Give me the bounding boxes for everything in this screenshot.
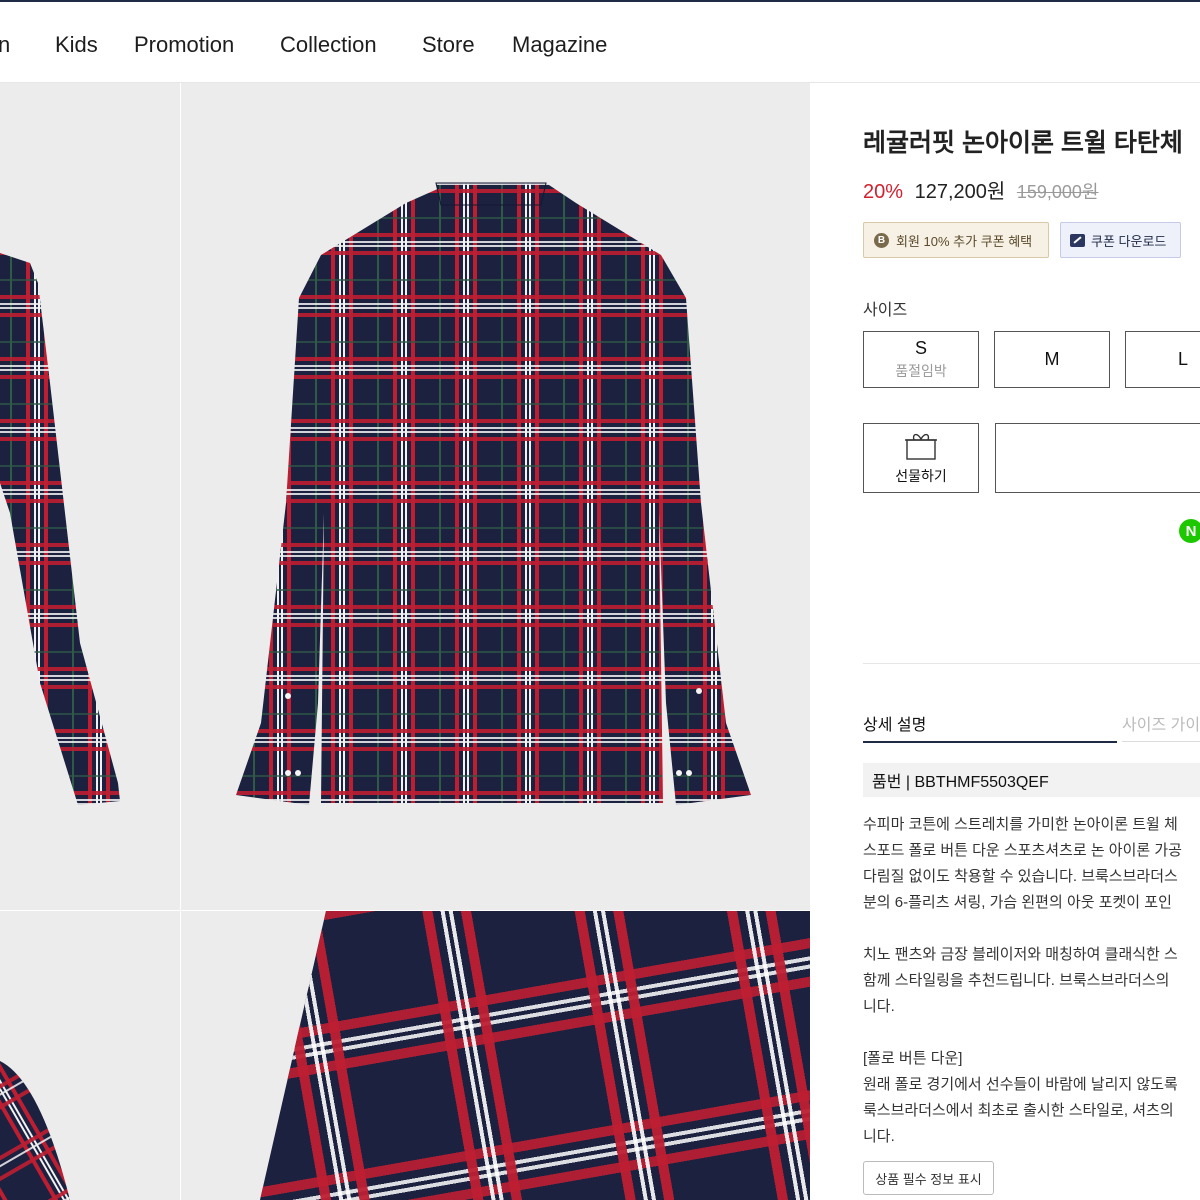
size-option-m[interactable]: M bbox=[994, 331, 1110, 388]
coupon-download-label: 쿠폰 다운로드 bbox=[1091, 233, 1167, 249]
description-line: 스포드 폴로 버튼 다운 스포츠셔츠로 논 아이론 가공 bbox=[863, 842, 1182, 859]
product-image-fabric-closeup[interactable] bbox=[260, 911, 810, 1200]
product-info-panel: 레귤러핏 논아이론 트윌 타탄체 20% 127,200원 159,000원 B… bbox=[810, 83, 1200, 1200]
gallery-divider-vertical bbox=[180, 83, 181, 1200]
nav-item-partial[interactable]: n bbox=[0, 32, 10, 58]
product-title: 레귤러핏 논아이론 트윌 타탄체 bbox=[863, 129, 1183, 157]
size-name: S bbox=[914, 338, 927, 358]
description-line: [폴로 버튼 다운] bbox=[863, 1050, 963, 1067]
gift-icon bbox=[905, 433, 937, 460]
tab-detail-description[interactable]: 상세 설명 bbox=[863, 711, 1117, 743]
product-description: 수피마 코튼에 스트레치를 가미한 논아이론 트윌 체 스포드 폴로 버튼 다운… bbox=[863, 812, 1200, 1150]
nav-item-magazine[interactable]: Magazine bbox=[512, 32, 607, 58]
shirt-front-illustration bbox=[0, 253, 120, 805]
coupon-icon bbox=[1070, 233, 1085, 247]
product-notice-button[interactable]: 상품 필수 정보 표시 bbox=[863, 1161, 994, 1195]
size-label: 사이즈 bbox=[863, 302, 908, 319]
size-name: L bbox=[1177, 349, 1188, 369]
member-coupon-label: 회원 10% 추가 쿠폰 혜택 bbox=[896, 233, 1033, 249]
description-line: 원래 폴로 경기에서 선수들이 바람에 날리지 않도록 bbox=[863, 1076, 1178, 1093]
size-stock-status: 품절임박 bbox=[895, 363, 947, 379]
nav-item-collection[interactable]: Collection bbox=[280, 32, 377, 58]
original-price: 159,000원 bbox=[1016, 182, 1099, 202]
description-line: 니다. bbox=[863, 998, 895, 1015]
shirt-back-illustration bbox=[236, 182, 751, 805]
gift-button[interactable]: 선물하기 bbox=[863, 423, 979, 493]
gallery-divider-horizontal bbox=[0, 910, 810, 911]
purchase-button[interactable] bbox=[995, 423, 1200, 493]
description-line: 치노 팬츠와 금장 블레이저와 매칭하여 클래식한 스 bbox=[863, 946, 1178, 963]
description-line: 룩스브라더스에서 최초로 출시한 스타일로, 셔츠의 bbox=[863, 1102, 1174, 1119]
size-name: M bbox=[1044, 349, 1060, 369]
main-navigation: n Kids Promotion Collection Store Magazi… bbox=[0, 2, 1200, 83]
nav-item-promotion[interactable]: Promotion bbox=[134, 32, 234, 58]
size-option-l[interactable]: L bbox=[1125, 331, 1200, 388]
member-coupon-badge[interactable]: B 회원 10% 추가 쿠폰 혜택 bbox=[863, 222, 1049, 258]
coupon-download-button[interactable]: 쿠폰 다운로드 bbox=[1060, 222, 1181, 258]
price-row: 20% 127,200원 159,000원 bbox=[863, 175, 1099, 204]
gift-label: 선물하기 bbox=[895, 467, 947, 484]
size-option-s[interactable]: S 품절임박 bbox=[863, 331, 979, 388]
description-line: 다림질 없이도 착용할 수 있습니다. 브룩스브라더스 bbox=[863, 868, 1178, 885]
description-line: 수피마 코튼에 스트레치를 가미한 논아이론 트윌 체 bbox=[863, 816, 1178, 833]
discount-rate: 20% bbox=[863, 181, 904, 203]
shirt-detail-left-illustration bbox=[0, 1061, 70, 1200]
sale-price: 127,200원 bbox=[914, 181, 1006, 203]
tab-size-guide[interactable]: 사이즈 가이 bbox=[1122, 711, 1200, 742]
product-image-gallery bbox=[0, 83, 810, 1200]
nav-item-store[interactable]: Store bbox=[422, 32, 475, 58]
member-badge-icon: B bbox=[874, 232, 889, 248]
product-image-back-view[interactable] bbox=[181, 83, 810, 910]
product-image-detail-left[interactable] bbox=[0, 911, 180, 1200]
description-line: 함께 스타일링을 추천드립니다. 브룩스브라더스의 bbox=[863, 972, 1170, 989]
product-image-front-cropped[interactable] bbox=[0, 83, 180, 910]
section-divider bbox=[863, 663, 1200, 664]
description-line: 니다. bbox=[863, 1128, 895, 1145]
description-line: 분의 6-플리츠 셔링, 가슴 왼편의 아웃 포켓이 포인 bbox=[863, 894, 1172, 911]
npay-icon[interactable]: N bbox=[1179, 519, 1200, 543]
nav-item-kids[interactable]: Kids bbox=[55, 32, 98, 58]
product-sku: 품번 | BBTHMF5503QEF bbox=[863, 763, 1200, 797]
